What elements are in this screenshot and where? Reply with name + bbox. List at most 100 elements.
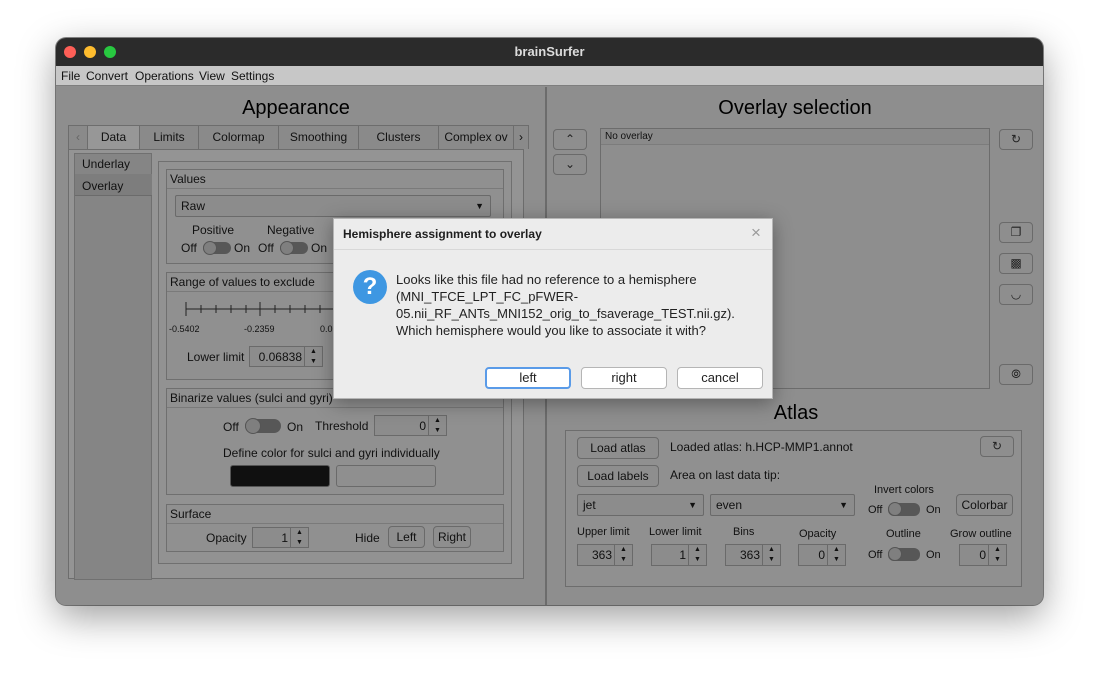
toggle-knob xyxy=(203,241,217,255)
refresh-atlas-button[interactable]: ↻ xyxy=(980,436,1014,457)
dialog-message-line: 05.nii_RF_ANTs_MNI152_orig_to_fsaverage_… xyxy=(396,306,735,321)
atlas-colormap-dropdown[interactable]: jet ▼ xyxy=(577,494,704,516)
stepper-arrows[interactable]: ▲ ▼ xyxy=(304,347,322,366)
up-arrow-icon[interactable]: ▲ xyxy=(291,528,308,538)
up-arrow-icon[interactable]: ▲ xyxy=(828,545,845,555)
up-arrow-icon[interactable]: ▲ xyxy=(689,545,706,555)
side-item-underlay[interactable]: Underlay xyxy=(82,157,130,171)
down-arrow-icon[interactable]: ▼ xyxy=(989,555,1006,565)
up-arrow-icon[interactable]: ▲ xyxy=(615,545,632,555)
atlas-spacing-dropdown[interactable]: even ▼ xyxy=(710,494,855,516)
dialog-divider xyxy=(334,249,772,250)
atlas-opacity-label: Opacity xyxy=(799,528,837,540)
stepper-arrows[interactable]: ▲ ▼ xyxy=(688,545,706,565)
bins-stepper[interactable]: 363 ▲ ▼ xyxy=(725,544,781,566)
sulci-color-swatch[interactable] xyxy=(230,465,330,487)
range-slider-ticks[interactable] xyxy=(182,300,342,318)
down-arrow-icon[interactable]: ▼ xyxy=(615,555,632,565)
gyri-color-swatch[interactable] xyxy=(336,465,436,487)
tab-complex-overlay[interactable]: Complex ov xyxy=(438,125,514,149)
question-icon: ? xyxy=(353,270,387,304)
menu-file[interactable]: File xyxy=(61,69,80,83)
threshold-label: Threshold xyxy=(315,419,369,433)
toggle-knob xyxy=(245,418,261,434)
stepper-arrows[interactable]: ▲ ▼ xyxy=(290,528,308,547)
stepper-arrows[interactable]: ▲ ▼ xyxy=(988,545,1006,565)
mask-icon: ◡ xyxy=(1010,287,1022,301)
copy-icon: ❐ xyxy=(1010,225,1022,239)
menu-convert[interactable]: Convert xyxy=(86,69,128,83)
grow-outline-label: Grow outline xyxy=(950,528,1012,540)
values-title: Values xyxy=(170,172,206,186)
cancel-button[interactable]: cancel xyxy=(677,367,763,389)
move-up-button[interactable]: ⌃ xyxy=(553,129,587,150)
positive-toggle[interactable] xyxy=(203,241,231,255)
bins-label: Bins xyxy=(733,526,755,538)
right-button[interactable]: right xyxy=(581,367,667,389)
negative-on-label: On xyxy=(311,241,328,255)
move-down-button[interactable]: ⌄ xyxy=(553,154,587,175)
close-icon[interactable]: × xyxy=(751,223,761,243)
menu-view[interactable]: View xyxy=(199,69,225,83)
down-arrow-icon[interactable]: ▼ xyxy=(763,555,780,565)
mask-button[interactable]: ◡ xyxy=(999,284,1033,305)
menu-operations[interactable]: Operations xyxy=(135,69,194,83)
tab-scroll-right-icon[interactable]: › xyxy=(513,125,529,149)
values-dropdown[interactable]: Raw ▼ xyxy=(175,195,491,217)
negative-toggle[interactable] xyxy=(280,241,308,255)
left-button[interactable]: left xyxy=(485,367,571,389)
load-atlas-button[interactable]: Load atlas xyxy=(577,437,659,459)
surface-title: Surface xyxy=(170,507,212,521)
copy-overlay-button[interactable]: ❐ xyxy=(999,222,1033,243)
atlas-opacity-stepper[interactable]: 0 ▲ ▼ xyxy=(798,544,846,566)
down-arrow-icon[interactable]: ▼ xyxy=(429,426,446,436)
up-arrow-icon[interactable]: ▲ xyxy=(989,545,1006,555)
tab-limits[interactable]: Limits xyxy=(139,125,199,149)
down-arrow-icon[interactable]: ▼ xyxy=(291,538,308,548)
negative-label: Negative xyxy=(267,223,315,237)
stepper-arrows[interactable]: ▲ ▼ xyxy=(762,545,780,565)
upper-limit-label: Upper limit xyxy=(577,526,630,538)
stepper-arrows[interactable]: ▲ ▼ xyxy=(428,416,446,435)
outline-toggle[interactable] xyxy=(888,547,920,561)
colorbar-button[interactable]: Colorbar xyxy=(956,494,1013,516)
list-item[interactable] xyxy=(601,129,989,145)
up-arrow-icon[interactable]: ▲ xyxy=(429,416,446,426)
upper-limit-stepper[interactable]: 363 ▲ ▼ xyxy=(577,544,633,566)
tab-data[interactable]: Data xyxy=(87,125,140,150)
dialog-message-line: Which hemisphere would you like to assoc… xyxy=(396,323,706,338)
down-arrow-icon[interactable]: ▼ xyxy=(305,357,322,367)
invert-colors-toggle[interactable] xyxy=(888,502,920,516)
binarize-group: Binarize values (sulci and gyri) xyxy=(166,388,504,495)
down-arrow-icon[interactable]: ▼ xyxy=(689,555,706,565)
tab-colormap[interactable]: Colormap xyxy=(198,125,279,149)
values-dropdown-value: Raw xyxy=(181,199,206,213)
grow-outline-stepper[interactable]: 0 ▲ ▼ xyxy=(959,544,1007,566)
stepper-arrows[interactable]: ▲ ▼ xyxy=(614,545,632,565)
tab-smoothing[interactable]: Smoothing xyxy=(278,125,359,149)
refresh-overlay-button[interactable]: ↻ xyxy=(999,129,1033,150)
remove-overlay-button[interactable]: ⦾ xyxy=(999,364,1033,385)
binarize-on-label: On xyxy=(287,420,304,434)
hide-right-button[interactable]: Right xyxy=(433,526,471,548)
menu-settings[interactable]: Settings xyxy=(231,69,274,83)
atlas-lower-limit-stepper[interactable]: 1 ▲ ▼ xyxy=(651,544,707,566)
binarize-toggle[interactable] xyxy=(245,418,281,434)
negative-off-label: Off xyxy=(258,241,274,255)
stepper-arrows[interactable]: ▲ ▼ xyxy=(827,545,845,565)
hide-left-button[interactable]: Left xyxy=(388,526,425,548)
surface-opacity-stepper[interactable]: 1 ▲ ▼ xyxy=(252,527,309,548)
surface-opacity-label: Opacity xyxy=(206,531,247,545)
layers-button[interactable]: ▩ xyxy=(999,253,1033,274)
up-arrow-icon[interactable]: ▲ xyxy=(305,347,322,357)
toggle-knob xyxy=(888,547,902,561)
atlas-colormap-value: jet xyxy=(583,498,596,512)
tab-scroll-left-icon[interactable]: ‹ xyxy=(68,125,88,149)
down-arrow-icon[interactable]: ▼ xyxy=(828,555,845,565)
side-item-overlay[interactable]: Overlay xyxy=(82,179,123,193)
threshold-stepper[interactable]: 0 ▲ ▼ xyxy=(374,415,447,436)
up-arrow-icon[interactable]: ▲ xyxy=(763,545,780,555)
load-labels-button[interactable]: Load labels xyxy=(577,465,659,487)
lower-limit-stepper[interactable]: 0.06838 ▲ ▼ xyxy=(249,346,323,367)
tab-clusters[interactable]: Clusters xyxy=(358,125,439,149)
